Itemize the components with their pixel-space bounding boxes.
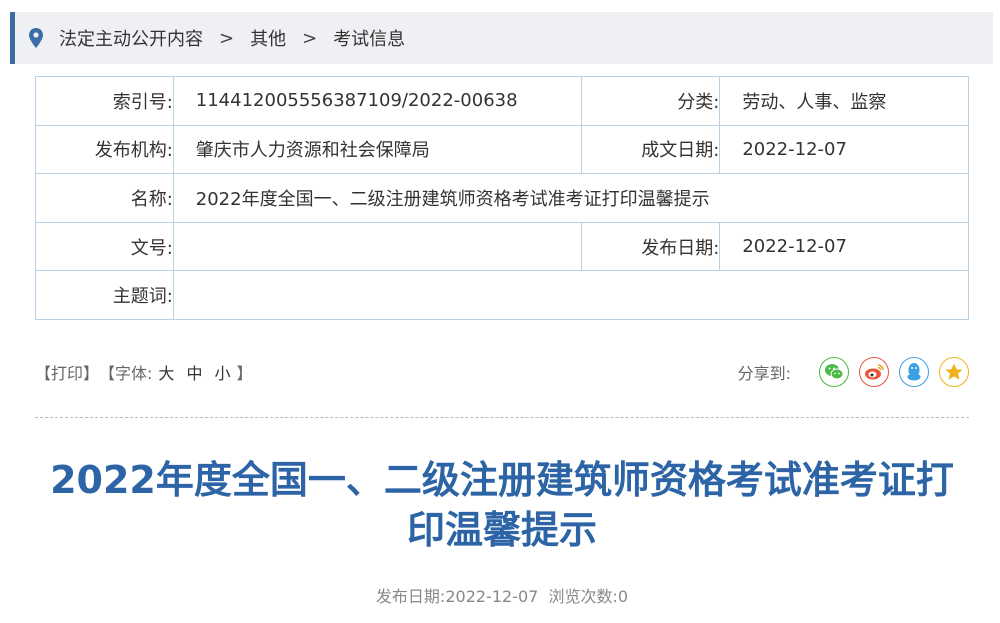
location-pin-icon (29, 28, 43, 48)
publish-date-value: 2022-12-07 (719, 221, 969, 272)
qq-icon[interactable] (899, 357, 929, 387)
keywords-value (172, 270, 970, 320)
meta-views-label: 浏览次数: (548, 587, 618, 606)
table-row: 文号: 发布日期: 2022-12-07 (35, 221, 969, 272)
document-info-table: 索引号: 114412005556387109/2022-00638 分类: 劳… (35, 76, 970, 320)
breadcrumb-item-other[interactable]: 其他 (250, 25, 286, 51)
breadcrumb: 法定主动公开内容 > 其他 > 考试信息 (10, 12, 993, 64)
meta-date-label: 发布日期: (375, 587, 446, 606)
breadcrumb-item-public-content[interactable]: 法定主动公开内容 (59, 25, 203, 51)
chevron-right-icon: > (302, 27, 318, 49)
publisher-value: 肇庆市人力资源和社会保障局 (172, 124, 582, 175)
font-size-label: 【字体: (99, 364, 153, 383)
index-value: 114412005556387109/2022-00638 (172, 76, 582, 126)
breadcrumb-item-exam-info[interactable]: 考试信息 (333, 25, 405, 51)
print-button[interactable]: 【打印】 (35, 360, 99, 384)
doc-number-label: 文号: (35, 221, 174, 272)
article-toolbar: 【打印】 【字体: 大 中 小 】 分享到: (35, 352, 969, 392)
name-value: 2022年度全国一、二级注册建筑师资格考试准考证打印温馨提示 (172, 173, 970, 223)
category-label: 分类: (580, 76, 721, 126)
article-title: 2022年度全国一、二级注册建筑师资格考试准考证打印温馨提示 (50, 458, 954, 552)
qzone-icon[interactable] (939, 357, 969, 387)
font-large-button[interactable]: 大 (158, 360, 174, 384)
category-value: 劳动、人事、监察 (719, 76, 969, 126)
keywords-label: 主题词: (35, 270, 174, 320)
meta-views-value: 0 (617, 587, 629, 606)
article-meta: 发布日期:2022-12-07 浏览次数:0 (35, 583, 969, 607)
index-label: 索引号: (35, 76, 174, 126)
print-font-tools: 【打印】 【字体: 大 中 小 】 (35, 360, 252, 384)
table-row: 索引号: 114412005556387109/2022-00638 分类: 劳… (35, 76, 969, 126)
table-row: 主题词: (35, 270, 970, 320)
created-date-value: 2022-12-07 (719, 124, 969, 175)
publisher-label: 发布机构: (35, 124, 174, 175)
created-date-label: 成文日期: (580, 124, 721, 175)
chevron-right-icon: > (219, 27, 235, 49)
weibo-icon[interactable] (859, 357, 889, 387)
doc-number-value (172, 221, 582, 272)
share-bar: 分享到: (738, 357, 969, 387)
divider (35, 417, 969, 418)
name-label: 名称: (35, 173, 174, 223)
font-small-button[interactable]: 小 (214, 360, 230, 384)
table-row: 名称: 2022年度全国一、二级注册建筑师资格考试准考证打印温馨提示 (35, 173, 970, 223)
table-row: 发布机构: 肇庆市人力资源和社会保障局 成文日期: 2022-12-07 (35, 124, 969, 175)
meta-date-value: 2022-12-07 (445, 587, 539, 606)
share-label: 分享到: (737, 364, 791, 383)
wechat-icon[interactable] (819, 357, 849, 387)
font-medium-button[interactable]: 中 (186, 360, 202, 384)
publish-date-label: 发布日期: (580, 221, 721, 272)
font-size-close: 】 (236, 364, 253, 383)
